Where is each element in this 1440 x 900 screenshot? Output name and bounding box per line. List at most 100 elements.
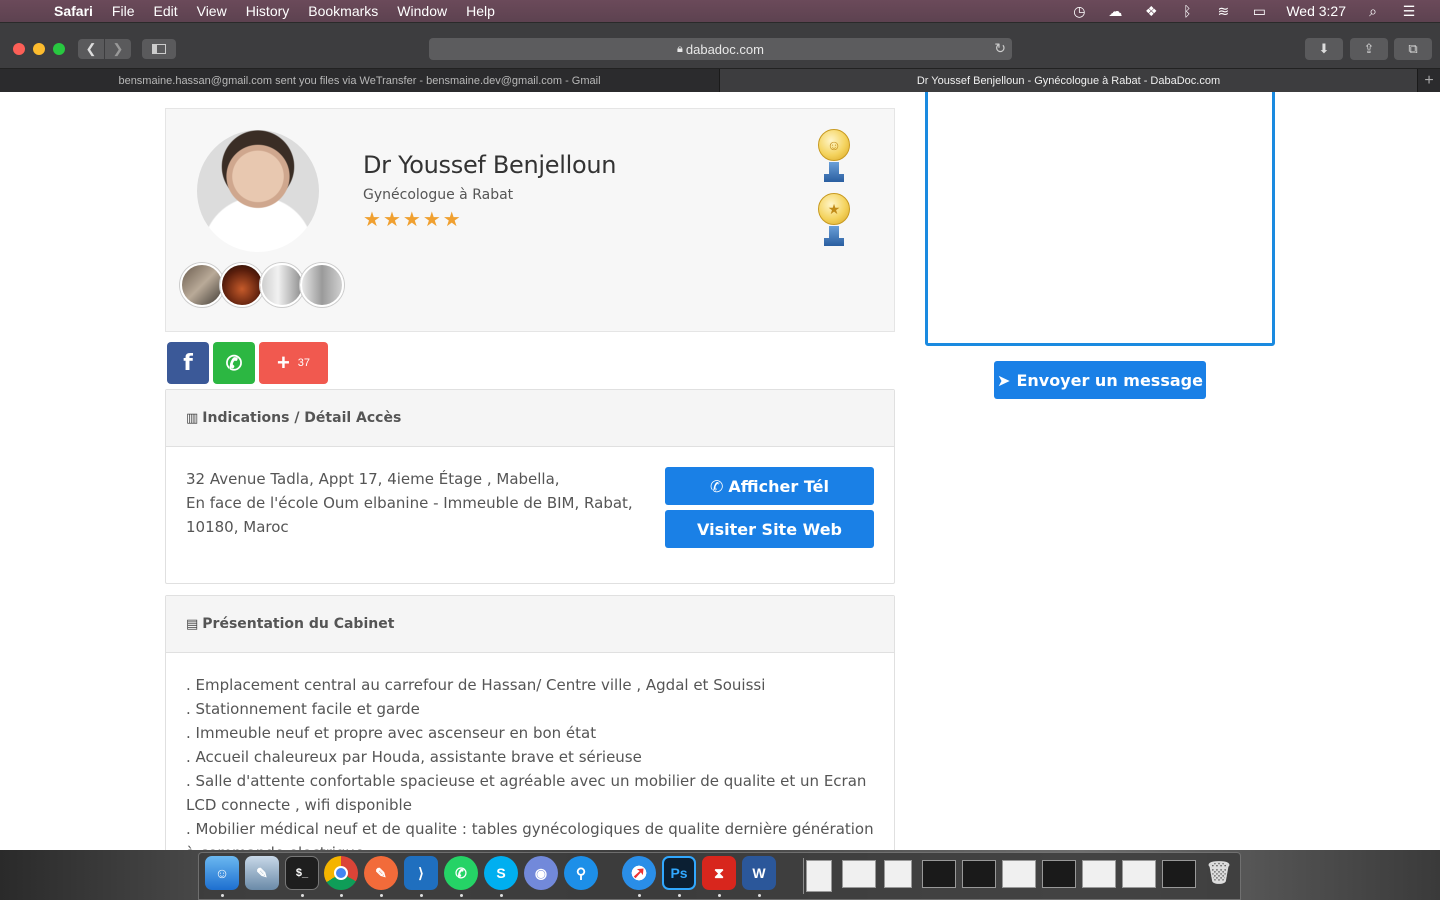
tab-overview-button[interactable]: ⧉ bbox=[1394, 38, 1432, 60]
window-thumbnail[interactable] bbox=[1002, 860, 1036, 888]
running-indicator bbox=[380, 894, 383, 897]
tab-dabadoc-active[interactable]: Dr Youssef Benjelloun - Gynécologue à Ra… bbox=[720, 69, 1417, 92]
visit-website-button[interactable]: Visiter Site Web bbox=[665, 510, 874, 548]
running-indicator bbox=[420, 894, 423, 897]
window-thumbnail[interactable] bbox=[884, 860, 912, 888]
safari-icon[interactable]: ➚ bbox=[622, 856, 656, 890]
trash-icon[interactable]: 🗑︎ bbox=[1202, 856, 1236, 890]
maps-pin-icon[interactable]: ⚲ bbox=[564, 856, 598, 890]
menu-help[interactable]: Help bbox=[466, 3, 495, 19]
trophy-stand-icon bbox=[824, 162, 844, 182]
sidebar-icon bbox=[152, 44, 166, 54]
send-message-button[interactable]: ➤ Envoyer un message bbox=[994, 361, 1206, 399]
back-button[interactable]: ❮ bbox=[78, 39, 104, 59]
doctor-profile-card: Dr Youssef Benjelloun Gynécologue à Raba… bbox=[165, 108, 895, 332]
terminal-icon[interactable]: $_ bbox=[285, 856, 319, 890]
facebook-share-button[interactable]: f bbox=[167, 342, 209, 384]
share-buttons: f ✆ + 37 bbox=[167, 342, 328, 384]
running-indicator bbox=[638, 894, 641, 897]
menu-history[interactable]: History bbox=[246, 3, 290, 19]
star-trophy-badge: ★ bbox=[816, 193, 852, 249]
tab-gmail[interactable]: bensmaine.hassan@gmail.com sent you file… bbox=[0, 69, 720, 92]
show-phone-button[interactable]: ✆ Afficher Tél bbox=[665, 467, 874, 505]
window-minimize-button[interactable] bbox=[33, 43, 45, 55]
downloads-button[interactable]: ⬇ bbox=[1305, 38, 1343, 60]
cabinet-photo-thumb-2[interactable] bbox=[220, 263, 264, 307]
download-icon: ⬇ bbox=[1318, 41, 1330, 56]
window-thumbnail[interactable] bbox=[1162, 860, 1196, 888]
window-thumbnail[interactable] bbox=[842, 860, 876, 888]
window-thumbnail[interactable] bbox=[1082, 860, 1116, 888]
doctor-avatar[interactable] bbox=[197, 130, 319, 252]
creative-cloud-icon[interactable]: ☁ bbox=[1106, 3, 1124, 19]
tabs-icon: ⧉ bbox=[1408, 41, 1418, 56]
window-thumbnail[interactable] bbox=[1042, 860, 1076, 888]
cabinet-address: 32 Avenue Tadla, Appt 17, 4ieme Étage , … bbox=[186, 467, 633, 539]
forward-button[interactable]: ❯ bbox=[105, 39, 131, 59]
whatsapp-share-button[interactable]: ✆ bbox=[213, 342, 255, 384]
share-button[interactable]: ⇪ bbox=[1350, 38, 1388, 60]
list-item: . Stationnement facile et garde bbox=[186, 700, 420, 718]
time-machine-icon[interactable]: ◷ bbox=[1070, 3, 1088, 19]
dock-separator bbox=[803, 858, 804, 894]
address-bar[interactable]: 🔒︎ dabadoc.com ↻ bbox=[429, 38, 1012, 60]
running-indicator bbox=[718, 894, 721, 897]
menu-window[interactable]: Window bbox=[397, 3, 447, 19]
menu-file[interactable]: File bbox=[112, 3, 135, 19]
cabinet-photo-thumb-1[interactable] bbox=[180, 263, 224, 307]
sidebar-toggle-button[interactable] bbox=[142, 39, 176, 59]
more-share-button[interactable]: + 37 bbox=[259, 342, 328, 384]
window-zoom-button[interactable] bbox=[53, 43, 65, 55]
new-tab-button[interactable]: + bbox=[1417, 69, 1440, 92]
address-url: dabadoc.com bbox=[685, 41, 764, 57]
building-icon: ▤ bbox=[186, 616, 199, 632]
lock-icon: 🔒︎ bbox=[677, 42, 683, 55]
menu-app-safari[interactable]: Safari bbox=[54, 3, 93, 19]
notification-center-icon[interactable]: ☰ bbox=[1400, 3, 1418, 19]
visit-website-label: Visiter Site Web bbox=[696, 519, 842, 539]
menubar: Safari File Edit View History Bookmarks … bbox=[0, 0, 1440, 22]
address-line-3: 10180, Maroc bbox=[186, 518, 289, 536]
message-form-frame[interactable] bbox=[925, 92, 1275, 346]
window-close-button[interactable] bbox=[13, 43, 25, 55]
vscode-icon[interactable]: ⟩ bbox=[404, 856, 438, 890]
chrome-icon[interactable] bbox=[324, 856, 358, 890]
trophy-stand-icon bbox=[824, 226, 844, 246]
share-count: 37 bbox=[297, 357, 311, 369]
menubar-clock[interactable]: Wed 3:27 bbox=[1286, 3, 1346, 19]
phone-icon: ✆ bbox=[710, 476, 724, 496]
menubar-status-area: ◷ ☁ ❖ ᛒ ≋ ▭ Wed 3:27 ⌕ ☰ bbox=[1070, 0, 1418, 22]
acrobat-icon[interactable]: ⧗ bbox=[702, 856, 736, 890]
cabinet-presentation-panel: ▤ Présentation du Cabinet . Emplacement … bbox=[165, 595, 895, 850]
plus-icon: + bbox=[276, 350, 290, 375]
preview-icon[interactable]: ✎ bbox=[245, 856, 279, 890]
pencil-app-icon[interactable]: ✎ bbox=[364, 856, 398, 890]
discord-icon[interactable]: ◉ bbox=[524, 856, 558, 890]
reload-icon[interactable]: ↻ bbox=[994, 40, 1006, 57]
window-thumbnail[interactable] bbox=[922, 860, 956, 888]
doctor-specialty: Gynécologue à Rabat bbox=[363, 187, 514, 203]
skype-icon[interactable]: S bbox=[484, 856, 518, 890]
cabinet-photo-thumb-4[interactable] bbox=[300, 263, 344, 307]
whatsapp-icon[interactable]: ✆ bbox=[444, 856, 478, 890]
cabinet-photo-thumb-3[interactable] bbox=[260, 263, 304, 307]
access-panel-title: Indications / Détail Accès bbox=[202, 410, 402, 426]
star-icon: ★ bbox=[382, 209, 401, 231]
wifi-icon[interactable]: ≋ bbox=[1214, 3, 1232, 19]
window-thumbnail[interactable] bbox=[1122, 860, 1156, 888]
word-icon[interactable]: W bbox=[742, 856, 776, 890]
spotlight-search-icon[interactable]: ⌕ bbox=[1364, 3, 1382, 19]
bluetooth-icon[interactable]: ᛒ bbox=[1178, 3, 1196, 19]
running-indicator bbox=[340, 894, 343, 897]
battery-icon[interactable]: ▭ bbox=[1250, 3, 1268, 19]
photoshop-icon[interactable]: Ps bbox=[662, 856, 696, 890]
doctor-name: Dr Youssef Benjelloun bbox=[363, 151, 617, 179]
menu-bookmarks[interactable]: Bookmarks bbox=[308, 3, 378, 19]
window-thumbnail[interactable] bbox=[962, 860, 996, 888]
dropbox-icon[interactable]: ❖ bbox=[1142, 3, 1160, 19]
menu-edit[interactable]: Edit bbox=[153, 3, 177, 19]
document-thumbnail[interactable] bbox=[806, 860, 832, 892]
menu-view[interactable]: View bbox=[197, 3, 227, 19]
star-icon: ★ bbox=[422, 209, 441, 231]
finder-icon[interactable]: ☺ bbox=[205, 856, 239, 890]
